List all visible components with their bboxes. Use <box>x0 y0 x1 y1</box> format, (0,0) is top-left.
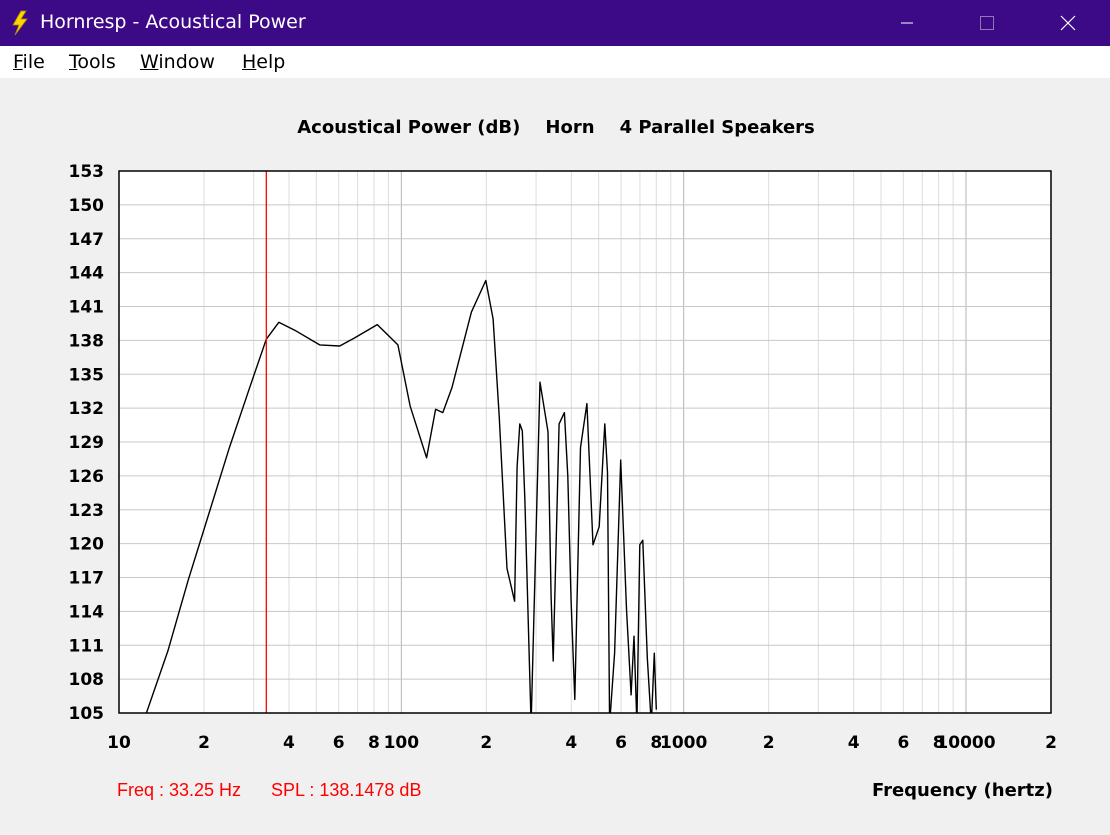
y-tick-label: 144 <box>69 264 105 284</box>
x-tick-label: 100 <box>384 733 420 753</box>
x-axis-label: Frequency (hertz) <box>871 780 1053 801</box>
x-tick-label: 6 <box>333 733 345 753</box>
y-tick-label: 141 <box>69 298 105 318</box>
window-title: Hornresp - Acoustical Power <box>40 11 306 33</box>
x-tick-label: 8 <box>368 733 380 753</box>
y-tick-label: 147 <box>69 230 105 250</box>
y-tick-label: 126 <box>69 467 105 487</box>
y-tick-label: 114 <box>69 602 105 622</box>
chart-area[interactable]: Acoustical Power (dB) Horn 4 Parallel Sp… <box>0 78 1110 835</box>
y-tick-label: 105 <box>69 704 105 724</box>
x-tick-label: 4 <box>848 733 860 753</box>
y-tick-label: 117 <box>69 569 105 589</box>
y-tick-label: 111 <box>69 636 105 656</box>
y-tick-label: 132 <box>69 399 105 419</box>
menu-file[interactable]: File <box>13 51 45 73</box>
y-tick-label: 150 <box>69 196 105 216</box>
spl-readout: SPL : 138.1478 dB <box>271 780 422 800</box>
x-tick-label: 6 <box>615 733 627 753</box>
y-tick-label: 135 <box>69 365 105 385</box>
y-tick-label: 129 <box>69 433 105 453</box>
x-tick-label: 2 <box>198 733 210 753</box>
title-bar: Hornresp - Acoustical Power <box>0 0 1110 46</box>
y-tick-label: 108 <box>69 670 105 690</box>
y-tick-label: 120 <box>69 535 105 555</box>
y-tick-label: 138 <box>69 331 105 351</box>
menu-tools[interactable]: Tools <box>69 51 116 73</box>
menu-bar: File Tools Window Help <box>0 46 1110 78</box>
x-tick-label: 2 <box>1045 733 1057 753</box>
acoustical-power-chart[interactable]: Acoustical Power (dB) Horn 4 Parallel Sp… <box>0 78 1110 768</box>
freq-readout: Freq : 33.25 Hz <box>117 780 242 800</box>
x-tick-label: 2 <box>480 733 492 753</box>
x-tick-labels: 10 2 4 6 8 100 2 4 6 81000 2 4 6 810000 2 <box>107 733 1057 753</box>
x-tick-label: 6 <box>897 733 909 753</box>
y-tick-label: 123 <box>69 501 105 521</box>
menu-help[interactable]: Help <box>242 51 285 73</box>
x-tick-label: 10 <box>107 733 131 753</box>
minimize-button[interactable] <box>884 0 930 46</box>
menu-window[interactable]: Window <box>140 51 215 73</box>
x-tick-label: 4 <box>565 733 577 753</box>
maximize-icon <box>980 16 994 30</box>
minimize-icon <box>901 22 913 24</box>
close-button[interactable] <box>1045 0 1091 46</box>
x-tick-label: 2 <box>763 733 775 753</box>
x-tick-label: 4 <box>283 733 295 753</box>
maximize-button[interactable] <box>964 0 1010 46</box>
x-tick-label: 1000 <box>660 733 707 753</box>
grid-lines <box>118 170 1052 714</box>
lightning-bolt-icon <box>12 10 28 36</box>
y-tick-label: 153 <box>69 162 105 182</box>
y-tick-labels: 153 150 147 144 141 138 135 132 129 126 123 120 117 1… <box>69 162 105 724</box>
x-tick-label: 10000 <box>936 733 995 753</box>
close-icon <box>1060 15 1076 31</box>
chart-title: Acoustical Power (dB) Horn 4 Parallel Sp… <box>297 117 815 138</box>
